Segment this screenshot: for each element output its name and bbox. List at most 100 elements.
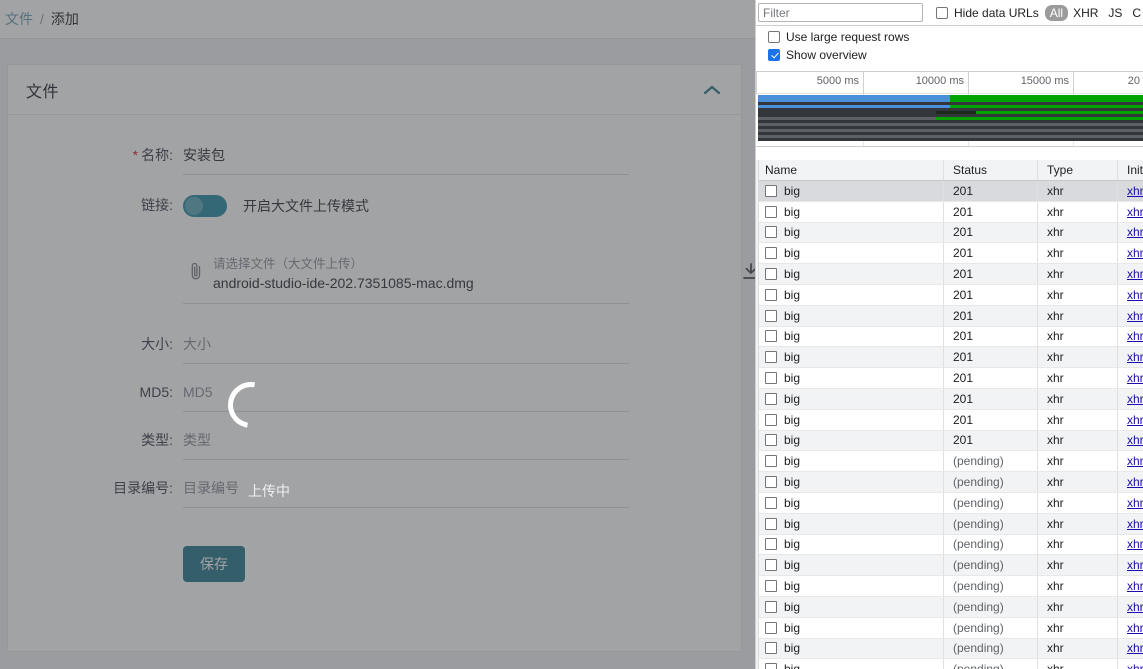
row-checkbox[interactable] xyxy=(765,351,777,364)
use-large-request-rows-option[interactable]: Use large request rows xyxy=(768,30,1143,44)
initiator-link[interactable]: xhr. xyxy=(1127,413,1143,427)
initiator-link[interactable]: xhr. xyxy=(1127,558,1143,572)
hide-data-urls-checkbox[interactable] xyxy=(936,6,948,19)
initiator-link[interactable]: xhr. xyxy=(1127,621,1143,635)
table-row[interactable]: big (pending) xhr xhr. xyxy=(756,555,1143,577)
table-row[interactable]: big (pending) xhr xhr. xyxy=(756,534,1143,556)
table-row[interactable]: big 201 xhr xhr. xyxy=(756,264,1143,285)
initiator-link[interactable]: xhr. xyxy=(1127,392,1143,406)
initiator-link[interactable]: xhr. xyxy=(1127,288,1143,302)
row-checkbox[interactable] xyxy=(765,330,777,343)
cell-type: xhr xyxy=(1038,264,1118,284)
initiator-link[interactable]: xhr. xyxy=(1127,205,1143,219)
initiator-link[interactable]: xhr. xyxy=(1127,184,1143,198)
filter-input[interactable] xyxy=(758,3,923,22)
initiator-link[interactable]: xhr. xyxy=(1127,433,1143,447)
cell-initiator: xhr. xyxy=(1118,639,1143,659)
hide-data-urls-option[interactable]: Hide data URLs xyxy=(936,6,1039,20)
cell-type: xhr xyxy=(1038,659,1118,669)
row-checkbox[interactable] xyxy=(765,559,777,572)
table-row[interactable]: big (pending) xhr xhr. xyxy=(756,638,1143,660)
row-checkbox[interactable] xyxy=(765,413,777,426)
request-name: big xyxy=(784,516,801,531)
show-overview-checkbox[interactable] xyxy=(768,49,780,61)
initiator-link[interactable]: xhr. xyxy=(1127,641,1143,655)
cell-status: 201 xyxy=(944,284,1038,305)
row-checkbox[interactable] xyxy=(765,642,777,655)
table-row[interactable]: big 201 xhr xhr. xyxy=(756,409,1143,431)
initiator-link[interactable]: xhr. xyxy=(1127,579,1143,593)
row-checkbox[interactable] xyxy=(765,247,777,260)
initiator-link[interactable]: xhr. xyxy=(1127,309,1143,323)
table-row[interactable]: big 201 xhr xhr. xyxy=(756,368,1143,389)
column-header-type[interactable]: Type xyxy=(1038,160,1118,180)
row-checkbox[interactable] xyxy=(765,538,777,551)
row-checkbox[interactable] xyxy=(765,205,777,218)
filter-type-all[interactable]: All xyxy=(1044,4,1069,21)
table-row[interactable]: big (pending) xhr xhr. xyxy=(756,596,1143,618)
row-checkbox[interactable] xyxy=(765,621,777,634)
cell-name: big xyxy=(756,555,944,576)
row-checkbox[interactable] xyxy=(765,496,777,509)
cell-status: (pending) xyxy=(944,492,1038,513)
row-checkbox[interactable] xyxy=(765,434,777,447)
column-header-status[interactable]: Status xyxy=(944,160,1038,180)
column-header-name[interactable]: Name xyxy=(756,160,944,180)
row-checkbox[interactable] xyxy=(765,663,777,669)
filter-type-xhr[interactable]: XHR xyxy=(1068,5,1103,21)
table-row[interactable]: big 201 xhr xhr. xyxy=(756,181,1143,202)
use-large-request-rows-checkbox[interactable] xyxy=(768,31,780,43)
network-overview-timeline[interactable]: 5000 ms 10000 ms 15000 ms 20 xyxy=(756,72,1143,147)
table-row[interactable]: big 201 xhr xhr. xyxy=(756,430,1143,452)
initiator-link[interactable]: xhr. xyxy=(1127,246,1143,260)
request-name: big xyxy=(784,246,801,261)
status-value: (pending) xyxy=(953,641,1004,656)
show-overview-option[interactable]: Show overview xyxy=(768,48,1143,62)
row-checkbox[interactable] xyxy=(765,309,777,322)
initiator-link[interactable]: xhr. xyxy=(1127,517,1143,531)
row-checkbox[interactable] xyxy=(765,226,777,239)
initiator-link[interactable]: xhr. xyxy=(1127,225,1143,239)
row-checkbox[interactable] xyxy=(765,517,777,530)
table-row[interactable]: big 201 xhr xhr. xyxy=(756,326,1143,348)
initiator-link[interactable]: xhr. xyxy=(1127,350,1143,364)
table-row[interactable]: big 201 xhr xhr. xyxy=(756,243,1143,265)
row-checkbox[interactable] xyxy=(765,184,777,197)
cell-status: 201 xyxy=(944,264,1038,284)
filter-type-css[interactable]: C xyxy=(1127,5,1143,21)
row-checkbox[interactable] xyxy=(765,455,777,468)
table-row[interactable]: big 201 xhr xhr. xyxy=(756,284,1143,306)
initiator-link[interactable]: xhr. xyxy=(1127,475,1143,489)
table-row[interactable]: big 201 xhr xhr. xyxy=(756,305,1143,327)
initiator-link[interactable]: xhr. xyxy=(1127,496,1143,510)
initiator-link[interactable]: xhr. xyxy=(1127,329,1143,343)
table-row[interactable]: big 201 xhr xhr. xyxy=(756,388,1143,410)
initiator-link[interactable]: xhr. xyxy=(1127,537,1143,551)
row-checkbox[interactable] xyxy=(765,372,777,385)
table-row[interactable]: big (pending) xhr xhr. xyxy=(756,513,1143,535)
column-header-initiator[interactable]: Initi xyxy=(1118,160,1143,180)
row-checkbox[interactable] xyxy=(765,580,777,593)
initiator-link[interactable]: xhr. xyxy=(1127,371,1143,385)
table-row[interactable]: big (pending) xhr xhr. xyxy=(756,659,1143,669)
table-row[interactable]: big (pending) xhr xhr. xyxy=(756,472,1143,493)
row-checkbox[interactable] xyxy=(765,600,777,613)
table-row[interactable]: big (pending) xhr xhr. xyxy=(756,576,1143,597)
table-row[interactable]: big (pending) xhr xhr. xyxy=(756,451,1143,473)
table-row[interactable]: big (pending) xhr xhr. xyxy=(756,617,1143,639)
table-row[interactable]: big (pending) xhr xhr. xyxy=(756,492,1143,514)
table-row[interactable]: big 201 xhr xhr. xyxy=(756,201,1143,223)
initiator-link[interactable]: xhr. xyxy=(1127,600,1143,614)
row-checkbox[interactable] xyxy=(765,476,777,489)
cell-name: big xyxy=(756,222,944,243)
row-checkbox[interactable] xyxy=(765,288,777,301)
row-checkbox[interactable] xyxy=(765,268,777,281)
initiator-link[interactable]: xhr. xyxy=(1127,662,1143,669)
initiator-link[interactable]: xhr. xyxy=(1127,454,1143,468)
filter-type-js[interactable]: JS xyxy=(1103,5,1127,21)
table-row[interactable]: big 201 xhr xhr. xyxy=(756,222,1143,244)
row-checkbox[interactable] xyxy=(765,392,777,405)
devtools-network-panel: Hide data URLs All XHR JS C Use large re… xyxy=(755,0,1143,669)
initiator-link[interactable]: xhr. xyxy=(1127,267,1143,281)
table-row[interactable]: big 201 xhr xhr. xyxy=(756,347,1143,369)
